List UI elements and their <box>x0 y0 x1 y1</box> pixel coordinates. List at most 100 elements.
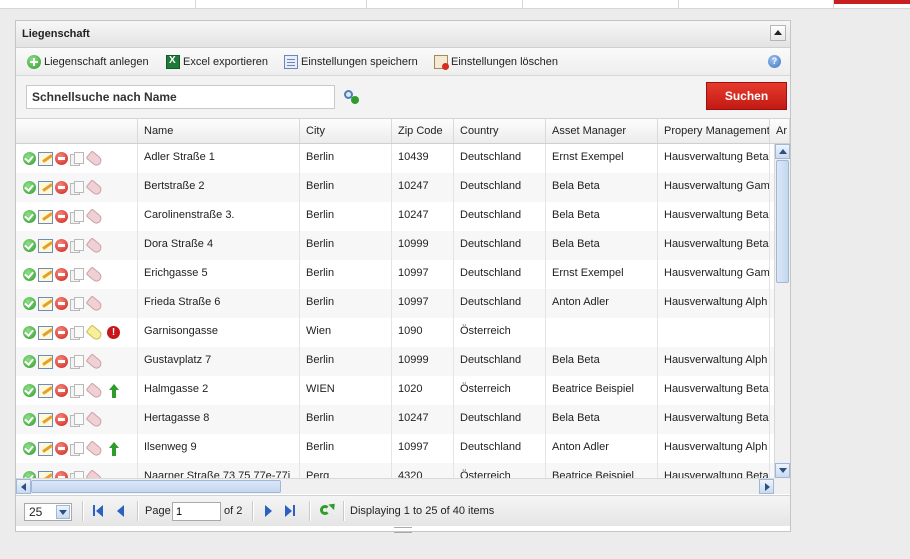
activate-icon[interactable] <box>23 152 36 165</box>
edit-icon[interactable] <box>38 354 53 369</box>
activate-icon[interactable] <box>23 384 36 397</box>
horizontal-scrollbar[interactable] <box>16 478 774 494</box>
delete-icon[interactable] <box>55 181 68 194</box>
scroll-left-button[interactable] <box>16 479 31 494</box>
tag-icon[interactable] <box>85 178 104 197</box>
top-tab-5[interactable] <box>679 0 834 8</box>
tag-icon[interactable] <box>85 149 104 168</box>
table-row[interactable]: Hertagasse 8 Berlin 10247 Deutschland Bela B… <box>16 405 774 434</box>
delete-icon[interactable] <box>55 413 68 426</box>
quick-search-input[interactable] <box>26 85 335 109</box>
activate-icon[interactable] <box>23 210 36 223</box>
save-settings-button[interactable]: Einstellungen speichern <box>284 54 418 70</box>
delete-icon[interactable] <box>55 384 68 397</box>
top-tab-3[interactable] <box>367 0 523 8</box>
copy-icon[interactable] <box>70 383 84 398</box>
activate-icon[interactable] <box>23 181 36 194</box>
table-row[interactable]: Erichgasse 5 Berlin 10997 Deutschland Ernst … <box>16 260 774 289</box>
copy-icon[interactable] <box>70 470 84 478</box>
delete-icon[interactable] <box>55 152 68 165</box>
horizontal-scroll-thumb[interactable] <box>31 480 281 493</box>
tag-icon[interactable] <box>85 410 104 429</box>
table-row[interactable]: Ilsenweg 9 Berlin 10997 Deutschland Anton Ad… <box>16 434 774 463</box>
advanced-search-icon[interactable] <box>344 90 359 104</box>
vertical-scroll-thumb[interactable] <box>776 160 789 283</box>
copy-icon[interactable] <box>70 325 84 340</box>
col-country[interactable]: Country <box>454 119 546 143</box>
export-excel-button[interactable]: Excel exportieren <box>166 54 268 70</box>
table-row[interactable]: Frieda Straße 6 Berlin 10997 Deutschland Ant… <box>16 289 774 318</box>
add-property-button[interactable]: Liegenschaft anlegen <box>27 54 149 70</box>
copy-icon[interactable] <box>70 238 84 253</box>
delete-settings-button[interactable]: Einstellungen löschen <box>434 54 558 70</box>
tag-icon[interactable] <box>85 265 104 284</box>
table-row[interactable]: Dora Straße 4 Berlin 10999 Deutschland Bela … <box>16 231 774 260</box>
top-tab-2[interactable] <box>196 0 367 8</box>
refresh-icon[interactable] <box>319 503 335 519</box>
activate-icon[interactable] <box>23 442 36 455</box>
edit-icon[interactable] <box>38 209 53 224</box>
table-row[interactable]: Adler Straße 1 Berlin 10439 Deutschland Erns… <box>16 144 774 173</box>
col-zip[interactable]: Zip Code <box>392 119 454 143</box>
edit-icon[interactable] <box>38 180 53 195</box>
delete-icon[interactable] <box>55 297 68 310</box>
tag-icon[interactable] <box>85 381 104 400</box>
top-tab-1[interactable] <box>0 0 196 8</box>
edit-icon[interactable] <box>38 441 53 456</box>
scroll-up-button[interactable] <box>775 144 790 159</box>
col-asset-manager[interactable]: Asset Manager <box>546 119 658 143</box>
page-size-select[interactable]: 25 <box>24 503 72 521</box>
copy-icon[interactable] <box>70 151 84 166</box>
copy-icon[interactable] <box>70 267 84 282</box>
col-property-management[interactable]: Propery Management <box>658 119 770 143</box>
resize-grip[interactable] <box>394 527 412 533</box>
copy-icon[interactable] <box>70 412 84 427</box>
copy-icon[interactable] <box>70 354 84 369</box>
top-accent-bar[interactable] <box>834 0 910 4</box>
delete-icon[interactable] <box>55 210 68 223</box>
top-tab-4[interactable] <box>523 0 679 8</box>
activate-icon[interactable] <box>23 471 36 478</box>
edit-icon[interactable] <box>38 296 53 311</box>
help-icon[interactable]: ? <box>768 55 781 68</box>
copy-icon[interactable] <box>70 209 84 224</box>
search-button[interactable]: Suchen <box>706 82 787 110</box>
tag-icon[interactable] <box>85 294 104 313</box>
tag-icon[interactable] <box>85 468 104 478</box>
activate-icon[interactable] <box>23 326 36 339</box>
tag-icon[interactable] <box>85 323 104 342</box>
col-area[interactable]: Ar <box>770 119 790 143</box>
delete-icon[interactable] <box>55 239 68 252</box>
collapse-button[interactable] <box>770 25 786 41</box>
edit-icon[interactable] <box>38 470 53 478</box>
table-row[interactable]: Bertstraße 2 Berlin 10247 Deutschland Bela B… <box>16 173 774 202</box>
activate-icon[interactable] <box>23 413 36 426</box>
arrow-up-icon[interactable] <box>109 441 119 456</box>
page-number-input[interactable] <box>172 502 221 521</box>
scroll-down-button[interactable] <box>775 463 790 478</box>
delete-icon[interactable] <box>55 326 68 339</box>
edit-icon[interactable] <box>38 412 53 427</box>
table-row[interactable]: ! Garnisongasse Wien 1090 Österreich <box>16 318 774 347</box>
edit-icon[interactable] <box>38 151 53 166</box>
tag-icon[interactable] <box>85 236 104 255</box>
arrow-up-icon[interactable] <box>109 383 119 398</box>
last-page-button[interactable] <box>283 504 297 518</box>
col-city[interactable]: City <box>300 119 392 143</box>
table-row[interactable]: Naarner Straße 73 75 77e-77i Perg 4320 Öste… <box>16 463 774 478</box>
activate-icon[interactable] <box>23 268 36 281</box>
copy-icon[interactable] <box>70 441 84 456</box>
scroll-right-button[interactable] <box>759 479 774 494</box>
tag-icon[interactable] <box>85 207 104 226</box>
delete-icon[interactable] <box>55 268 68 281</box>
table-row[interactable]: Gustavplatz 7 Berlin 10999 Deutschland Bela … <box>16 347 774 376</box>
activate-icon[interactable] <box>23 297 36 310</box>
next-page-button[interactable] <box>262 504 276 518</box>
activate-icon[interactable] <box>23 355 36 368</box>
copy-icon[interactable] <box>70 180 84 195</box>
activate-icon[interactable] <box>23 239 36 252</box>
first-page-button[interactable] <box>92 504 106 518</box>
copy-icon[interactable] <box>70 296 84 311</box>
col-name[interactable]: Name <box>138 119 300 143</box>
warning-icon[interactable]: ! <box>107 326 120 339</box>
